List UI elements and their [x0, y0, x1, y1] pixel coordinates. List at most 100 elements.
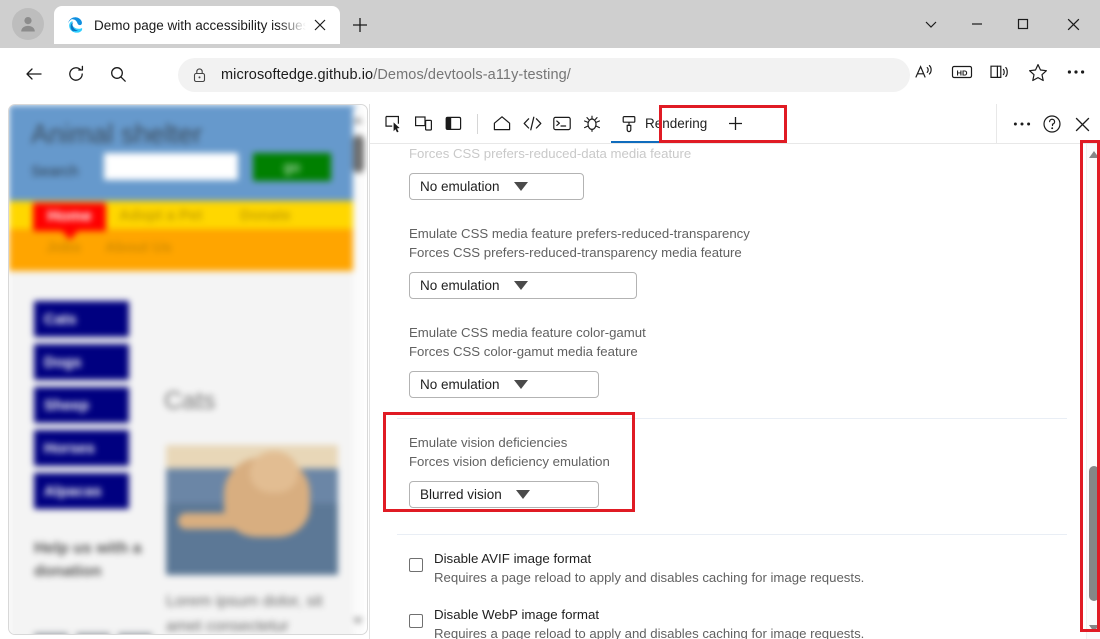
- address-bar-url: microsoftedge.github.io/Demos/devtools-a…: [221, 67, 571, 83]
- rendering-tab[interactable]: Rendering: [607, 105, 720, 143]
- welcome-tab[interactable]: [487, 110, 517, 138]
- vision-deficiencies-value: Blurred vision: [420, 487, 502, 502]
- profile-avatar[interactable]: [12, 8, 44, 40]
- search-button[interactable]: [102, 58, 134, 90]
- prefers-reduced-transparency-value: No emulation: [420, 278, 500, 293]
- new-tab-button[interactable]: [346, 11, 374, 39]
- prefers-reduced-transparency-title: Emulate CSS media feature prefers-reduce…: [409, 224, 1067, 244]
- rendering-panel-content: Forces CSS prefers-reduced-data media fe…: [370, 144, 1087, 639]
- address-bar-actions: HD: [902, 56, 1092, 88]
- disable-avif-checkbox[interactable]: [409, 558, 423, 572]
- address-bar[interactable]: microsoftedge.github.io/Demos/devtools-a…: [178, 58, 910, 92]
- more-tools-icon[interactable]: [1007, 110, 1037, 138]
- plus-icon: [352, 17, 368, 33]
- disable-webp-title: Disable WebP image format: [434, 605, 864, 624]
- site-donation-text: Help us with a donation: [34, 537, 144, 583]
- hd-video-icon[interactable]: HD: [946, 56, 978, 88]
- page-vertical-scrollbar[interactable]: [353, 107, 364, 634]
- site-go-button[interactable]: go: [253, 153, 331, 181]
- refresh-icon: [67, 65, 85, 83]
- site-category-horses[interactable]: Horses: [34, 430, 129, 466]
- devtools-panel: Rendering: [369, 104, 1100, 639]
- chevron-down-icon: [514, 182, 528, 191]
- back-arrow-icon: [25, 65, 43, 83]
- vision-deficiencies-description: Forces vision deficiency emulation: [409, 452, 1067, 472]
- devtools-vertical-scrollbar[interactable]: [1086, 144, 1100, 639]
- reload-button[interactable]: [60, 58, 92, 90]
- inspect-element-icon[interactable]: [378, 110, 408, 138]
- disable-webp-row[interactable]: Disable WebP image format Requires a pag…: [370, 591, 1087, 639]
- scroll-up-arrow-icon[interactable]: [1089, 151, 1099, 158]
- site-content-paragraph: Lorem ipsum dolor, sit amet consectetur …: [166, 589, 342, 635]
- devtools-scrollbar-thumb[interactable]: [1089, 466, 1099, 601]
- maximize-button[interactable]: [1000, 0, 1046, 48]
- close-devtools-icon[interactable]: [1067, 110, 1097, 138]
- read-aloud-icon[interactable]: [908, 56, 940, 88]
- plus-icon: [728, 116, 743, 131]
- window-controls: [908, 0, 1100, 48]
- page-viewport[interactable]: Animal shelter Search go Home Adopt a Pe…: [8, 104, 368, 635]
- site-nav-item-donate[interactable]: Donate: [240, 207, 291, 224]
- immersive-reader-icon[interactable]: [984, 56, 1016, 88]
- favorite-star-icon[interactable]: [1022, 56, 1054, 88]
- site-nav-item-home[interactable]: Home: [33, 203, 106, 231]
- site-nav-item-about[interactable]: About Us: [105, 239, 172, 256]
- site-category-alpacas[interactable]: Alpacas: [34, 473, 129, 509]
- code-brackets-icon: [522, 114, 543, 133]
- site-donation-buttons[interactable]: [34, 633, 152, 635]
- site-nav-item-adopt[interactable]: Adopt a Pet: [119, 207, 202, 224]
- tab-actions-menu-button[interactable]: [908, 0, 954, 48]
- rendering-section-prefers-reduced-transparency: Emulate CSS media feature prefers-reduce…: [370, 214, 1087, 313]
- site-search-label: Search: [31, 163, 79, 180]
- device-emulation-icon[interactable]: [408, 110, 438, 138]
- tab-close-icon[interactable]: [308, 13, 332, 37]
- browser-settings-more-button[interactable]: [1060, 56, 1092, 88]
- url-path: /Demos/devtools-a11y-testing/: [373, 67, 571, 83]
- person-icon: [18, 14, 38, 34]
- issues-tab[interactable]: [577, 110, 607, 138]
- prefers-reduced-data-description: Forces CSS prefers-reduced-data media fe…: [409, 144, 1067, 164]
- more-panels-button[interactable]: [720, 110, 750, 138]
- browser-tab[interactable]: Demo page with accessibility issues: [54, 6, 340, 44]
- site-category-cats[interactable]: Cats: [34, 301, 129, 337]
- page-scrollbar-thumb[interactable]: [353, 135, 364, 173]
- console-prompt-icon: [552, 114, 572, 133]
- close-window-button[interactable]: [1046, 0, 1100, 48]
- url-host: microsoftedge.github.io: [221, 67, 373, 83]
- site-nav-item-jobs[interactable]: Jobs: [46, 239, 81, 256]
- scroll-down-arrow-icon[interactable]: [1089, 625, 1099, 632]
- elements-tab[interactable]: [517, 110, 547, 138]
- prefers-reduced-data-select[interactable]: No emulation: [409, 173, 584, 200]
- rendering-section-color-gamut: Emulate CSS media feature color-gamut Fo…: [370, 313, 1087, 412]
- disable-webp-checkbox[interactable]: [409, 614, 423, 628]
- color-gamut-value: No emulation: [420, 377, 500, 392]
- lock-icon: [192, 67, 207, 83]
- site-title: Animal shelter: [31, 119, 202, 150]
- console-tab[interactable]: [547, 110, 577, 138]
- disable-webp-description: Requires a page reload to apply and disa…: [434, 624, 864, 639]
- prefers-reduced-transparency-select[interactable]: No emulation: [409, 272, 637, 299]
- site-cat-image: [166, 445, 338, 575]
- site-category-sheep[interactable]: Sheep: [34, 387, 129, 423]
- site-category-dogs[interactable]: Dogs: [34, 344, 129, 380]
- toolbar-divider: [477, 114, 478, 134]
- disable-avif-row[interactable]: Disable AVIF image format Requires a pag…: [370, 535, 1087, 591]
- help-icon[interactable]: [1037, 110, 1067, 138]
- back-button[interactable]: [18, 58, 50, 90]
- dock-side-icon[interactable]: [438, 110, 468, 138]
- page-scroll-up-arrow-icon[interactable]: [353, 117, 363, 123]
- paintbrush-icon: [620, 114, 638, 133]
- site-search-input[interactable]: [104, 153, 238, 180]
- blurred-page-content: Animal shelter Search go Home Adopt a Pe…: [9, 105, 367, 634]
- color-gamut-title: Emulate CSS media feature color-gamut: [409, 323, 1067, 343]
- page-scroll-down-arrow-icon[interactable]: [353, 618, 363, 624]
- minimize-button[interactable]: [954, 0, 1000, 48]
- bug-icon: [582, 114, 602, 133]
- color-gamut-select[interactable]: No emulation: [409, 371, 599, 398]
- chevron-down-icon: [514, 380, 528, 389]
- rendering-section-vision-deficiencies: Emulate vision deficiencies Forces visio…: [370, 419, 1087, 522]
- search-icon: [109, 65, 127, 83]
- vision-deficiencies-select[interactable]: Blurred vision: [409, 481, 599, 508]
- rendering-panel: Forces CSS prefers-reduced-data media fe…: [370, 144, 1087, 639]
- prefers-reduced-data-value: No emulation: [420, 179, 500, 194]
